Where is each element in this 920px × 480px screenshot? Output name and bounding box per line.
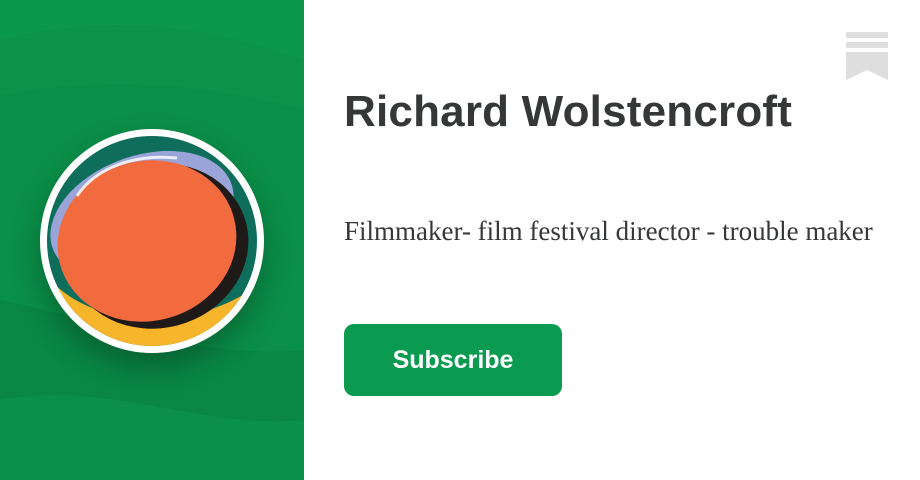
avatar-frame (40, 129, 264, 353)
bookmark-icon[interactable] (846, 32, 888, 80)
profile-name: Richard Wolstencroft (344, 87, 793, 136)
hero-panel (0, 0, 304, 480)
avatar[interactable] (47, 136, 257, 346)
profile-info: Richard Wolstencroft Filmmaker- film fes… (304, 0, 920, 480)
subscribe-button[interactable]: Subscribe (344, 324, 562, 396)
profile-description: Filmmaker- film festival director - trou… (344, 216, 873, 246)
profile-avatar-image (47, 136, 257, 346)
